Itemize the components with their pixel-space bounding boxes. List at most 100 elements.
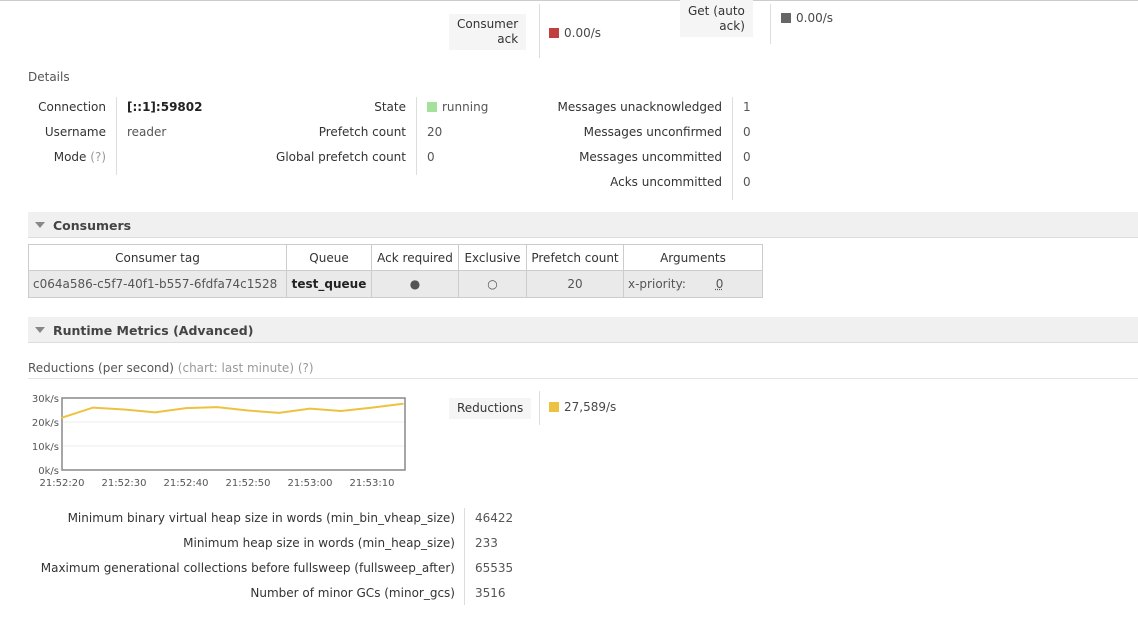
mode-help-icon[interactable]: (?) [90,150,106,164]
running-status-icon [427,102,437,112]
consumer-ack-color-icon [549,28,559,38]
separator [464,508,465,605]
get-auto-ack-value: 0.00/s [796,11,834,25]
reductions-chart: 0k/s 10k/s 20k/s 30k/s 21:52:20 21:52:30 21:52… [32,394,406,489]
acks-uncommitted-value: 0 [743,175,751,189]
ack-required-cell: ● [371,270,459,298]
messages-uncommitted-value: 0 [743,150,751,164]
consumer-ack-label-line2: ack [497,32,519,46]
y-tick-label: 20k/s [32,418,59,429]
messages-uncommitted-label: Messages uncommitted [579,150,722,164]
x-tick-label: 21:52:40 [164,478,209,489]
header-queue: Queue [286,244,372,271]
minor-gcs-label: Number of minor GCs (minor_gcs) [250,586,455,600]
username-value: reader [127,125,167,139]
separator [539,391,540,425]
get-auto-ack-color-icon [781,13,791,23]
reductions-legend-label: Reductions [449,398,532,419]
reductions-chart-note[interactable]: (chart: last minute) [178,361,294,375]
consumer-ack-value: 0.00/s [564,26,602,40]
messages-unconfirmed-value: 0 [743,125,751,139]
fullsweep-after-label: Maximum generational collections before … [40,561,455,575]
state-value: running [427,100,488,114]
separator [539,4,540,58]
reductions-data-point [247,409,249,412]
table-row: c064a586-c5f7-40f1-b557-6fdfa74c1528 tes… [28,270,763,298]
reductions-color-icon [549,402,559,412]
prefetch-count-label: Prefetch count [318,125,406,139]
reductions-data-point [371,406,373,409]
prefetch-count-cell: 20 [526,270,624,298]
queue-link[interactable]: test_queue [292,277,367,291]
exclusive-cell: ○ [458,270,527,298]
x-tick-label: 21:52:20 [40,478,85,489]
y-tick-label: 0k/s [38,466,59,477]
username-label: Username [44,125,106,139]
consumers-table: Consumer tag Queue Ack required Exclusiv… [28,244,763,298]
separator [416,97,417,175]
consumer-ack-label: Consumer ack [449,14,527,50]
connection-label: Connection [38,100,106,114]
get-auto-ack-label-line1: Get (auto [688,4,745,18]
reductions-data-point [185,407,187,409]
acks-uncommitted-label: Acks uncommitted [610,175,722,189]
reductions-data-point [154,411,156,414]
argument-value: 0 [715,277,724,291]
get-auto-ack-rate: 0.00/s [781,11,833,25]
reductions-data-point [278,412,280,414]
mode-label-text: Mode [53,150,87,164]
reductions-data-point [216,406,218,408]
state-label: State [374,100,406,114]
header-arguments: Arguments [623,244,763,271]
reductions-series-line [61,402,404,419]
global-prefetch-count-value: 0 [427,150,435,164]
runtime-metrics-section-toggle[interactable]: Runtime Metrics (Advanced) [28,317,1138,343]
header-exclusive: Exclusive [458,244,527,271]
consumer-tag-cell: c064a586-c5f7-40f1-b557-6fdfa74c1528 [28,270,287,298]
reductions-heading: Reductions (per second) (chart: last min… [28,361,314,375]
reductions-help-icon[interactable]: (?) [298,361,314,375]
consumer-ack-label-line1: Consumer [457,17,519,31]
table-header-row: Consumer tag Queue Ack required Exclusiv… [28,244,763,271]
reductions-data-point [340,410,342,412]
x-tick-label: 21:53:10 [350,478,395,489]
top-border [0,0,1138,3]
reductions-rate: 27,589/s [549,400,616,414]
min-heap-size-value: 233 [475,536,498,550]
global-prefetch-count-label: Global prefetch count [276,150,406,164]
messages-unacknowledged-value: 1 [743,100,751,114]
header-consumer-tag: Consumer tag [28,244,287,271]
min-heap-size-label: Minimum heap size in words (min_heap_siz… [183,536,455,550]
min-bin-vheap-size-value: 46422 [475,511,514,525]
y-tick-label: 10k/s [32,442,59,453]
messages-unacknowledged-label: Messages unacknowledged [557,100,722,114]
x-tick-label: 21:53:00 [288,478,333,489]
reductions-data-point [123,408,125,411]
consumers-section-toggle[interactable]: Consumers [28,212,1138,238]
arguments-cell: x-priority: 0 [623,270,763,298]
reductions-data-point [309,407,311,410]
messages-unconfirmed-label: Messages unconfirmed [583,125,722,139]
consumer-ack-rate: 0.00/s [549,26,601,40]
min-bin-vheap-size-label: Minimum binary virtual heap size in word… [67,511,455,525]
mode-label: Mode (?) [54,150,106,164]
header-prefetch-count: Prefetch count [526,244,624,271]
reductions-value: 27,589/s [564,400,617,414]
prefetch-count-value: 20 [427,125,443,139]
runtime-metrics-section-title: Runtime Metrics (Advanced) [53,323,254,338]
x-tick-label: 21:52:30 [102,478,147,489]
divider [28,378,1138,379]
connection-value[interactable]: [::1]:59802 [127,100,202,114]
y-tick-label: 30k/s [32,394,59,405]
state-text: running [442,100,489,114]
reductions-data-point [61,416,63,419]
separator [732,97,733,200]
consumers-section-title: Consumers [53,218,132,233]
reductions-data-point [402,402,404,405]
collapse-triangle-icon [35,222,45,228]
x-tick-label: 21:52:50 [226,478,271,489]
argument-key: x-priority: [628,277,686,291]
get-auto-ack-label: Get (auto ack) [680,0,753,37]
separator [116,97,117,175]
collapse-triangle-icon [35,327,45,333]
